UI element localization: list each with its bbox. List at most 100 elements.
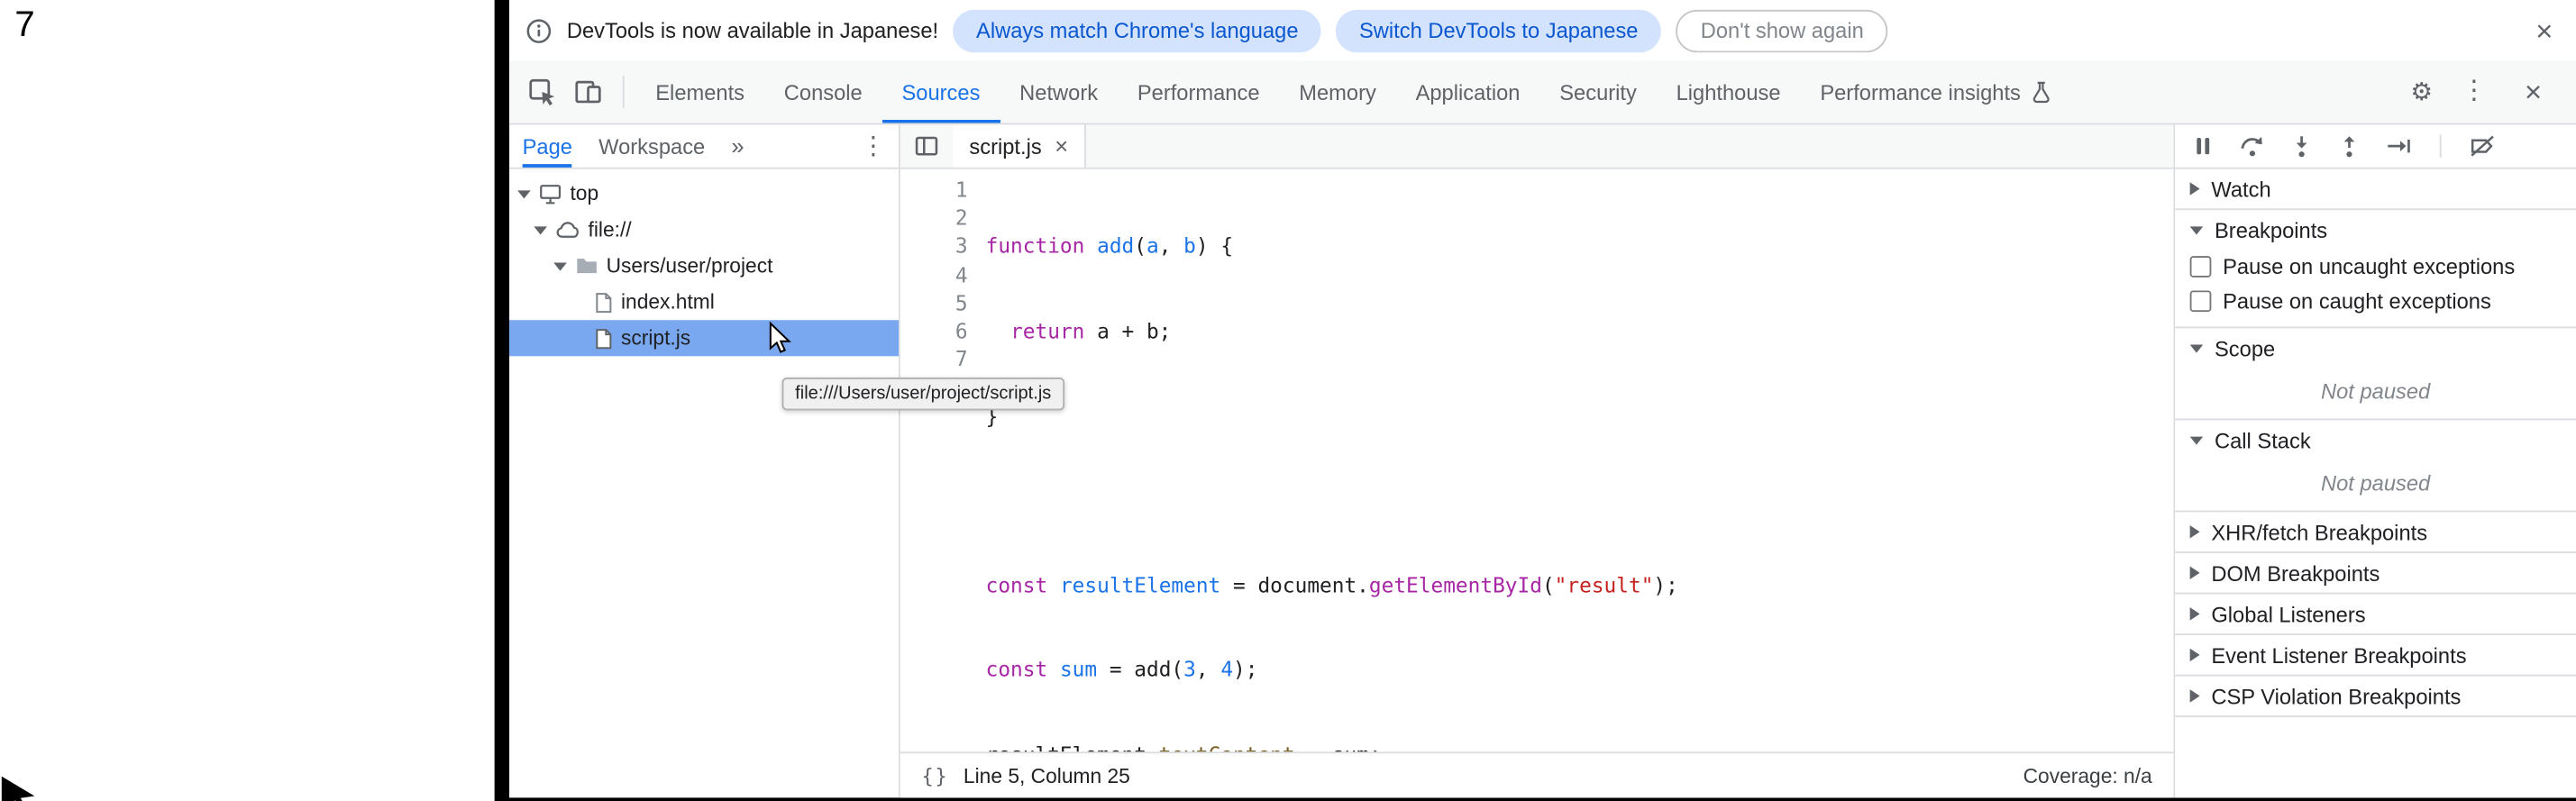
section-csp-violation-breakpoints-header[interactable]: CSP Violation Breakpoints xyxy=(2175,677,2576,716)
section-event-listener-breakpoints: Event Listener Breakpoints xyxy=(2175,635,2576,677)
tree-item-label: script.js xyxy=(621,327,690,350)
navigator-overflow-menu-icon[interactable]: ⋮ xyxy=(861,132,885,161)
tab-elements[interactable]: Elements xyxy=(635,60,764,123)
folder-icon xyxy=(575,254,598,278)
tab-memory[interactable]: Memory xyxy=(1279,60,1395,123)
scope-not-paused-text: Not paused xyxy=(2175,368,2576,418)
step-into-icon[interactable] xyxy=(2290,134,2314,158)
file-path-tooltip: file:///Users/user/project/script.js xyxy=(782,378,1064,410)
step-over-icon[interactable] xyxy=(2239,134,2265,158)
editor-tab-label: script.js xyxy=(969,133,1041,158)
expand-arrow-icon[interactable] xyxy=(517,189,531,197)
tab-security[interactable]: Security xyxy=(1539,60,1656,123)
section-call-stack-header[interactable]: Call Stack xyxy=(2175,420,2576,460)
tree-item-file-scheme[interactable]: file:// xyxy=(509,212,899,248)
tree-item-script-js[interactable]: script.js xyxy=(509,320,899,356)
line-number: 5 xyxy=(900,288,968,316)
tree-item-label: Users/user/project xyxy=(607,254,773,278)
line-number-gutter: 1 2 3 4 5 6 7 xyxy=(900,176,986,751)
tab-close-icon[interactable]: × xyxy=(1055,134,1068,158)
expand-arrow-icon[interactable] xyxy=(553,262,567,270)
code-line: const sum = add(3, 4); xyxy=(986,656,2174,684)
tab-workspace[interactable]: Workspace xyxy=(598,124,705,167)
toolbar-divider xyxy=(623,76,625,108)
pause-uncaught-exceptions-row[interactable]: Pause on uncaught exceptions xyxy=(2175,250,2576,284)
expand-arrow-icon[interactable] xyxy=(534,225,547,233)
code-line xyxy=(986,487,2174,514)
screenshot-stage: 7 DevTools is now available in Japanese!… xyxy=(0,0,2576,801)
tab-page[interactable]: Page xyxy=(523,124,572,167)
tab-console[interactable]: Console xyxy=(764,60,882,123)
section-event-listener-breakpoints-header[interactable]: Event Listener Breakpoints xyxy=(2175,635,2576,675)
devtools-close-icon[interactable]: × xyxy=(2504,66,2563,118)
section-xhr-breakpoints: XHR/fetch Breakpoints xyxy=(2175,512,2576,553)
section-breakpoints-header[interactable]: Breakpoints xyxy=(2175,210,2576,250)
code-lines: function add(a, b) { return a + b; } con… xyxy=(986,176,2174,751)
tree-item-index-html[interactable]: index.html xyxy=(509,284,899,320)
tree-item-project-folder[interactable]: Users/user/project xyxy=(509,248,899,284)
checkbox-label: Pause on uncaught exceptions xyxy=(2223,254,2515,278)
section-breakpoints: Breakpoints Pause on uncaught exceptions… xyxy=(2175,210,2576,328)
tab-performance-insights-label: Performance insights xyxy=(1820,79,2021,104)
tree-item-top[interactable]: top xyxy=(509,176,899,212)
navigator-tabbar: Page Workspace » ⋮ xyxy=(509,124,899,168)
pause-caught-exceptions-checkbox[interactable] xyxy=(2190,290,2212,312)
flask-icon xyxy=(2031,80,2052,104)
code-editor[interactable]: 1 2 3 4 5 6 7 function add(a, b) { retur… xyxy=(900,169,2174,752)
section-scope-header[interactable]: Scope xyxy=(2175,328,2576,368)
tree-item-label: file:// xyxy=(589,218,632,241)
tab-application[interactable]: Application xyxy=(1396,60,1540,123)
file-tree: top file:// xyxy=(509,169,899,357)
kebab-menu-icon[interactable]: ⋮ xyxy=(2451,69,2497,115)
info-icon xyxy=(525,17,552,43)
page-content-number: 7 xyxy=(14,4,34,46)
editor-statusbar: {} Line 5, Column 25 Coverage: n/a xyxy=(900,751,2174,797)
tab-lighthouse[interactable]: Lighthouse xyxy=(1657,60,1801,123)
section-scope: Scope Not paused xyxy=(2175,328,2576,420)
tab-performance[interactable]: Performance xyxy=(1118,60,1279,123)
dont-show-again-button[interactable]: Don't show again xyxy=(1676,9,1888,51)
section-xhr-breakpoints-header[interactable]: XHR/fetch Breakpoints xyxy=(2175,512,2576,551)
chevron-right-icon xyxy=(2190,182,2200,196)
tab-sources[interactable]: Sources xyxy=(882,60,1000,123)
device-toolbar-icon[interactable] xyxy=(565,69,611,115)
always-match-language-button[interactable]: Always match Chrome's language xyxy=(954,9,1322,51)
debugger-toolbar-divider xyxy=(2440,134,2442,158)
switch-devtools-japanese-button[interactable]: Switch DevTools to Japanese xyxy=(1336,9,1661,51)
editor-tab-script-js[interactable]: script.js × xyxy=(953,124,1086,167)
tab-performance-insights[interactable]: Performance insights xyxy=(1800,60,2071,123)
pretty-print-icon[interactable]: {} xyxy=(922,764,949,787)
section-dom-breakpoints-header[interactable]: DOM Breakpoints xyxy=(2175,553,2576,593)
section-dom-breakpoints: DOM Breakpoints xyxy=(2175,553,2576,595)
section-label: Scope xyxy=(2215,336,2275,360)
chevron-right-icon xyxy=(2190,525,2200,539)
pause-uncaught-exceptions-checkbox[interactable] xyxy=(2190,256,2212,278)
devtools-window: DevTools is now available in Japanese! A… xyxy=(495,0,2576,801)
section-global-listeners-header[interactable]: Global Listeners xyxy=(2175,594,2576,633)
code-line: resultElement.textContent = sum; xyxy=(986,741,2174,752)
line-number: 4 xyxy=(900,260,968,288)
line-number: 6 xyxy=(900,316,968,344)
editor-tabbar: script.js × xyxy=(900,124,2174,168)
more-tabs-icon[interactable]: » xyxy=(731,133,744,159)
section-global-listeners: Global Listeners xyxy=(2175,594,2576,635)
section-watch-header[interactable]: Watch xyxy=(2175,169,2576,209)
infobar-close-icon[interactable]: × xyxy=(2529,13,2560,49)
chevron-right-icon xyxy=(2190,607,2200,621)
tab-network[interactable]: Network xyxy=(1000,60,1118,123)
line-number: 3 xyxy=(900,232,968,260)
file-icon xyxy=(595,291,613,313)
settings-gear-icon[interactable]: ⚙ xyxy=(2398,69,2444,115)
editor-pane: script.js × 1 2 3 4 5 6 7 xyxy=(900,124,2175,797)
inspect-element-icon[interactable] xyxy=(519,69,565,115)
pause-icon[interactable] xyxy=(2191,134,2215,158)
deactivate-breakpoints-icon[interactable] xyxy=(2470,134,2496,158)
step-icon[interactable] xyxy=(2386,134,2412,158)
section-call-stack: Call Stack Not paused xyxy=(2175,420,2576,512)
section-label: Global Listeners xyxy=(2211,602,2365,626)
step-out-icon[interactable] xyxy=(2338,134,2361,158)
chevron-right-icon xyxy=(2190,566,2200,579)
pause-caught-exceptions-row[interactable]: Pause on caught exceptions xyxy=(2175,284,2576,318)
toggle-navigator-icon[interactable] xyxy=(900,124,953,167)
infobar: DevTools is now available in Japanese! A… xyxy=(509,0,2576,60)
